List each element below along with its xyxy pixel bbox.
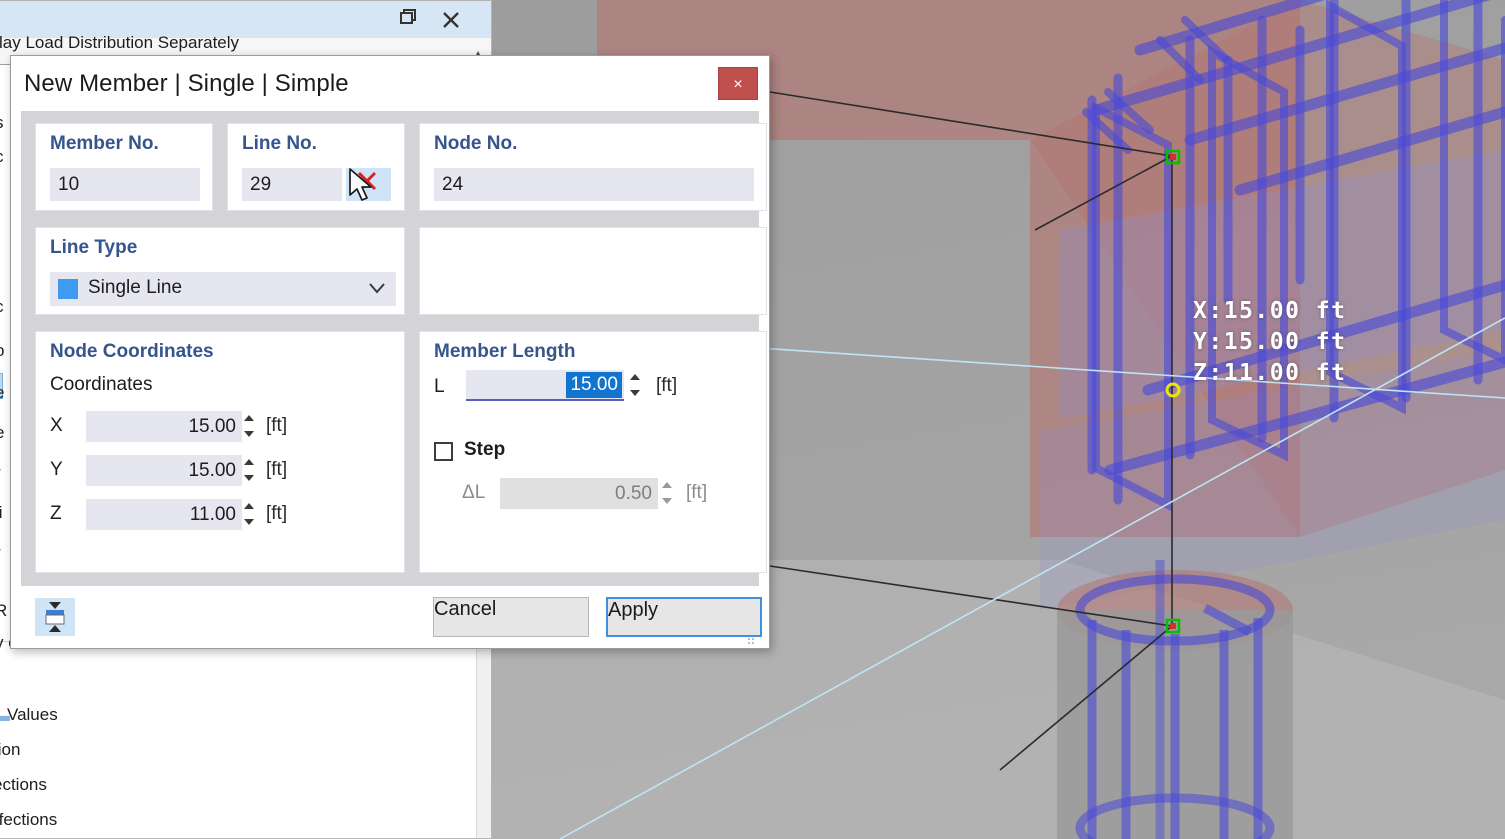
coord-z-unit: [ft] — [266, 503, 288, 524]
dialog-title: New Member | Single | Simple — [24, 70, 349, 97]
background-fragment: li — [0, 503, 3, 522]
dialog-titlebar: New Member | Single | Simple × — [11, 56, 769, 111]
line-no-panel: Line No. — [227, 123, 405, 211]
coord-x-unit: [ft] — [266, 415, 288, 436]
background-list-item[interactable]: tion — [0, 740, 20, 760]
line-delete-button[interactable] — [346, 168, 391, 201]
node-no-input[interactable] — [434, 168, 754, 201]
coord-z-input[interactable] — [86, 499, 242, 530]
line-no-input[interactable] — [242, 168, 342, 201]
background-fragment: c — [0, 147, 4, 167]
line-no-label: Line No. — [242, 133, 317, 154]
line-type-panel: Line Type Single Line — [35, 227, 405, 315]
background-list-item[interactable]: rfections — [0, 810, 57, 830]
background-row-label: lay Load Distribution Separately — [0, 33, 240, 52]
length-l-label: L — [434, 376, 445, 397]
coordinate-readout: X:15.00 ft Y:15.00 ft Z:11.00 ft — [1193, 298, 1347, 386]
background-fragment: e — [0, 383, 4, 403]
node-coordinates-panel: Node Coordinates Coordinates X [ft] Y [f… — [35, 331, 405, 573]
empty-panel — [419, 227, 767, 315]
coord-x-spinner[interactable] — [242, 411, 256, 441]
background-fragment: s — [0, 113, 4, 133]
resize-grip-icon[interactable] — [746, 636, 756, 646]
node-no-panel: Node No. — [419, 123, 767, 211]
delta-l-unit: [ft] — [686, 482, 708, 503]
node-no-label: Node No. — [434, 133, 518, 154]
cancel-button[interactable]: Cancel — [433, 597, 589, 637]
member-length-panel: Member Length L 15.00 [ft] Step ΔL [ft] — [419, 331, 767, 573]
coord-y-input[interactable] — [86, 455, 242, 486]
new-member-dialog[interactable]: New Member | Single | Simple × Member No… — [10, 55, 770, 649]
background-fragment: r — [0, 463, 1, 483]
coord-x-input[interactable] — [86, 411, 242, 442]
dialog-close-button[interactable]: × — [718, 67, 758, 100]
member-length-input[interactable]: 15.00 — [466, 370, 624, 401]
background-list-item[interactable]: ections — [0, 775, 47, 795]
background-fragment: c — [0, 297, 4, 317]
delta-l-spinner — [660, 478, 674, 508]
line-type-select[interactable]: Single Line — [50, 272, 396, 306]
coord-y-spinner[interactable] — [242, 455, 256, 485]
member-no-input[interactable] — [50, 168, 200, 201]
line-type-label: Line Type — [50, 237, 138, 258]
line-type-color-swatch — [58, 279, 78, 299]
delta-l-input — [500, 478, 658, 509]
node-coordinates-label: Node Coordinates — [50, 341, 214, 362]
member-length-spinner[interactable] — [628, 370, 642, 400]
member-length-label: Member Length — [434, 341, 576, 362]
close-window-icon[interactable] — [437, 7, 465, 33]
step-checkbox[interactable] — [434, 442, 453, 461]
member-no-label: Member No. — [50, 133, 159, 154]
coord-y-unit: [ft] — [266, 459, 288, 480]
coord-x-label: X — [50, 415, 63, 436]
coordinates-subtitle: Coordinates — [50, 374, 153, 395]
coord-y-label: Y — [50, 459, 63, 480]
background-fragment: R — [0, 601, 8, 620]
line-type-value: Single Line — [88, 277, 183, 298]
dialog-footer: Cancel Apply — [21, 586, 762, 648]
member-no-panel: Member No. — [35, 123, 213, 211]
member-length-value: 15.00 — [566, 372, 622, 398]
member-length-unit: [ft] — [656, 375, 678, 396]
chevron-down-icon[interactable] — [368, 281, 386, 295]
step-label: Step — [464, 439, 506, 460]
apply-button[interactable]: Apply — [606, 597, 762, 637]
background-fragment: r — [0, 543, 1, 563]
background-list-item[interactable]: Values — [7, 705, 58, 725]
expand-collapse-dialog-icon[interactable] — [35, 598, 75, 636]
delta-l-label: ΔL — [462, 482, 486, 503]
coord-z-spinner[interactable] — [242, 499, 256, 529]
background-fragment: e — [0, 423, 4, 443]
restore-window-icon[interactable] — [393, 7, 421, 33]
delete-x-icon — [357, 171, 377, 191]
coord-z-label: Z — [50, 503, 62, 524]
background-fragment: o — [0, 341, 4, 361]
dialog-body: Member No. Line No. Node No. Line Type — [21, 111, 767, 648]
